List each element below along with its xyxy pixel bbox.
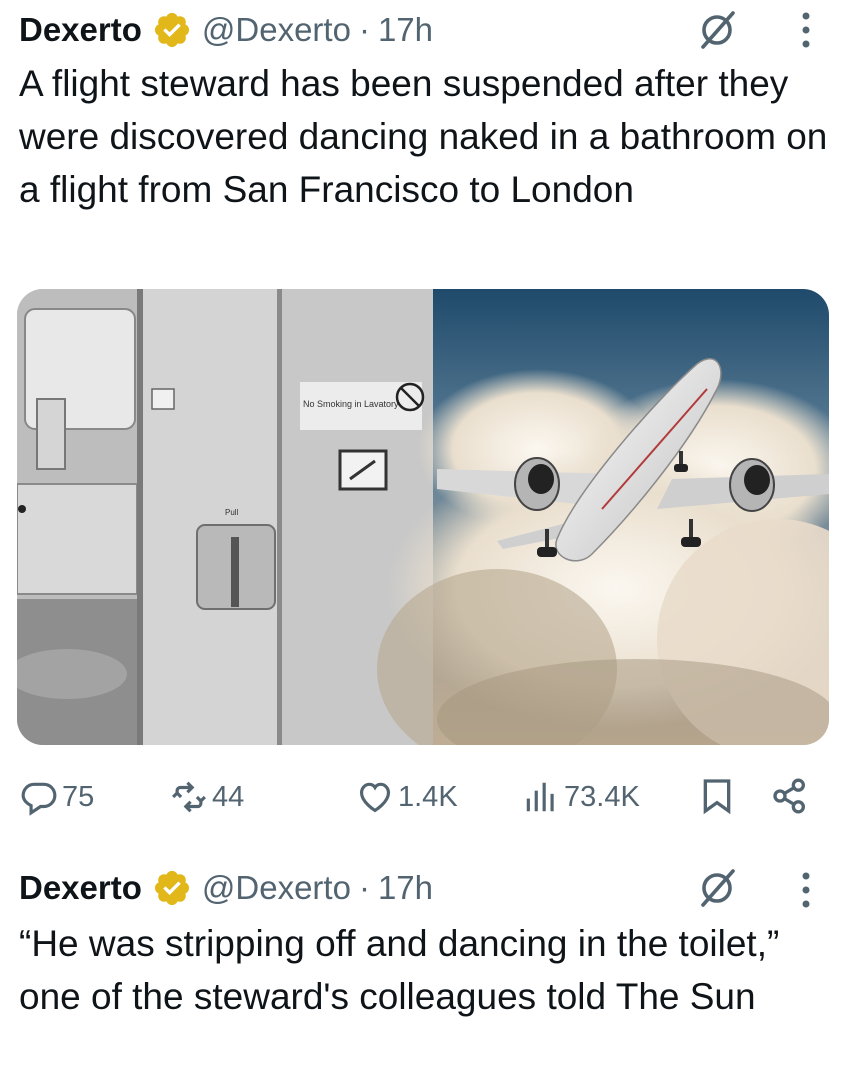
repost-button[interactable]: 44 bbox=[170, 772, 244, 822]
door-pull-label: Pull bbox=[225, 508, 239, 517]
verified-badge-icon bbox=[154, 870, 189, 906]
tweet-1[interactable]: Dexerto @Dexerto · 17h A flight steward … bbox=[0, 0, 861, 840]
tweet-header: Dexerto @Dexerto · 17h bbox=[19, 8, 433, 52]
repost-icon bbox=[172, 781, 206, 813]
timestamp[interactable]: 17h bbox=[378, 11, 433, 49]
timestamp[interactable]: 17h bbox=[378, 869, 433, 907]
author-handle[interactable]: @Dexerto bbox=[202, 11, 351, 49]
share-icon[interactable] bbox=[770, 776, 810, 816]
views-button[interactable]: 73.4K bbox=[522, 772, 640, 822]
tweet-header: Dexerto @Dexerto · 17h bbox=[19, 866, 433, 910]
airplane-in-clouds-photo bbox=[377, 289, 829, 745]
tweet-text: A flight steward has been suspended afte… bbox=[19, 63, 828, 210]
verified-badge-icon bbox=[154, 12, 189, 48]
reply-button[interactable]: 75 bbox=[20, 772, 94, 822]
author-name[interactable]: Dexerto bbox=[19, 869, 142, 907]
repost-count: 44 bbox=[212, 780, 245, 813]
tweet-media[interactable]: Pull No Smoking in Lavatory bbox=[17, 289, 829, 745]
views-count: 73.4K bbox=[564, 780, 640, 813]
more-icon[interactable] bbox=[800, 870, 812, 910]
author-name[interactable]: Dexerto bbox=[19, 11, 142, 49]
grok-icon[interactable] bbox=[697, 868, 737, 908]
tweet-text: “He was stripping off and dancing in the… bbox=[19, 923, 780, 1017]
grok-icon[interactable] bbox=[697, 10, 737, 50]
like-count: 1.4K bbox=[398, 780, 458, 813]
like-icon bbox=[359, 782, 391, 813]
airplane-lavatory-photo: Pull No Smoking in Lavatory bbox=[17, 289, 433, 745]
like-button[interactable]: 1.4K bbox=[356, 772, 458, 822]
author-handle[interactable]: @Dexerto bbox=[202, 869, 351, 907]
bookmark-icon[interactable] bbox=[697, 776, 737, 816]
separator-dot: · bbox=[358, 11, 370, 48]
views-icon bbox=[526, 782, 554, 812]
lavatory-sign: No Smoking in Lavatory bbox=[303, 399, 399, 409]
tweet-2[interactable]: Dexerto @Dexerto · 17h “He was stripping… bbox=[0, 840, 861, 1080]
reply-icon bbox=[21, 782, 57, 816]
more-icon[interactable] bbox=[800, 10, 812, 50]
separator-dot: · bbox=[358, 869, 370, 906]
reply-count: 75 bbox=[62, 780, 95, 813]
